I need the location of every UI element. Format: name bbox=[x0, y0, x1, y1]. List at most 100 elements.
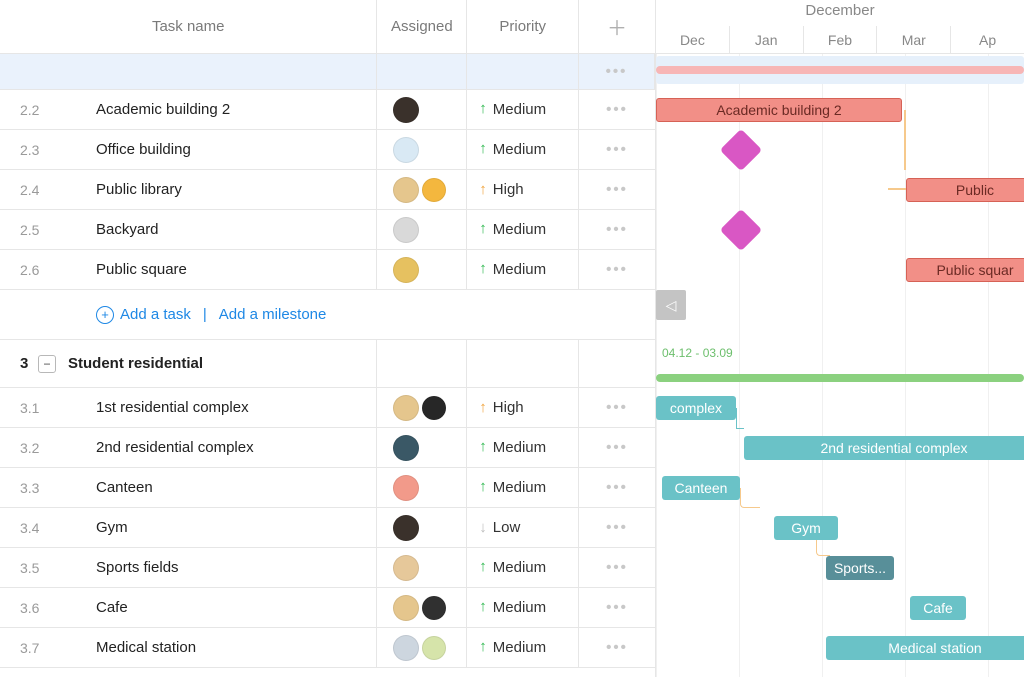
task-row[interactable]: 2.5Backyard ↑Medium ••• bbox=[0, 210, 655, 250]
timeline-body[interactable]: Academic building 2 Public Public squar bbox=[656, 54, 1024, 677]
priority-up-icon: ↑ bbox=[479, 399, 487, 416]
more-icon[interactable]: ••• bbox=[606, 261, 628, 278]
gantt-bar[interactable]: 2nd residential complex bbox=[744, 436, 1024, 460]
task-index: 2.3 bbox=[20, 142, 68, 158]
gantt-bar-label: Academic building 2 bbox=[716, 102, 841, 118]
month-cell[interactable]: Jan bbox=[729, 26, 803, 54]
task-row[interactable]: 3.5Sports fields ↑Medium ••• bbox=[0, 548, 655, 588]
group-title: Student residential bbox=[68, 355, 203, 372]
avatar[interactable] bbox=[422, 596, 446, 620]
month-cell[interactable]: Feb bbox=[803, 26, 877, 54]
more-icon[interactable]: ••• bbox=[606, 479, 628, 496]
avatar[interactable] bbox=[422, 396, 446, 420]
gantt-bar[interactable]: Academic building 2 bbox=[656, 98, 902, 122]
avatar[interactable] bbox=[393, 137, 419, 163]
task-row[interactable]: 3.7Medical station ↑Medium ••• bbox=[0, 628, 655, 668]
gantt-bar[interactable]: Canteen bbox=[662, 476, 740, 500]
avatar[interactable] bbox=[393, 177, 419, 203]
gantt-row[interactable]: Sports... bbox=[656, 548, 1024, 588]
gantt-bar[interactable]: Gym bbox=[774, 516, 838, 540]
gantt-bar[interactable]: complex bbox=[656, 396, 736, 420]
more-icon[interactable]: ••• bbox=[606, 439, 628, 456]
avatar[interactable] bbox=[393, 97, 419, 123]
more-icon[interactable]: ••• bbox=[606, 559, 628, 576]
task-row[interactable]: 2.2Academic building 2 ↑Medium ••• bbox=[0, 90, 655, 130]
gantt-row[interactable]: 2nd residential complex bbox=[656, 428, 1024, 468]
gantt-row[interactable]: Academic building 2 bbox=[656, 90, 1024, 130]
avatar[interactable] bbox=[393, 257, 419, 283]
gantt-row[interactable]: complex bbox=[656, 388, 1024, 428]
avatar[interactable] bbox=[393, 555, 419, 581]
gantt-row-spacer: ◁ bbox=[656, 290, 1024, 340]
task-row[interactable]: 3.6Cafe ↑Medium ••• bbox=[0, 588, 655, 628]
gantt-bar[interactable]: Sports... bbox=[826, 556, 894, 580]
milestone-diamond[interactable] bbox=[720, 129, 762, 171]
gantt-row[interactable]: Gym bbox=[656, 508, 1024, 548]
task-name: Canteen bbox=[96, 479, 153, 496]
scroll-left-button[interactable]: ◁ bbox=[656, 290, 686, 320]
gantt-row[interactable]: Medical station bbox=[656, 628, 1024, 668]
timeline-header: December Dec Jan Feb Mar Ap bbox=[656, 0, 1024, 54]
task-row[interactable]: 3.4Gym ↓Low ••• bbox=[0, 508, 655, 548]
collapse-icon[interactable]: − bbox=[38, 355, 56, 373]
milestone-diamond[interactable] bbox=[720, 209, 762, 251]
col-priority[interactable]: Priority bbox=[467, 0, 579, 53]
gantt-bar-label: Gym bbox=[791, 520, 821, 536]
more-icon[interactable]: ••• bbox=[606, 101, 628, 118]
gantt-row[interactable]: Canteen bbox=[656, 468, 1024, 508]
col-task-name[interactable]: Task name bbox=[0, 0, 377, 53]
avatar[interactable] bbox=[393, 395, 419, 421]
gantt-bar-label: Sports... bbox=[834, 560, 886, 576]
avatar[interactable] bbox=[393, 217, 419, 243]
avatar[interactable] bbox=[422, 636, 446, 660]
gantt-row[interactable]: Cafe bbox=[656, 588, 1024, 628]
col-assigned[interactable]: Assigned bbox=[377, 0, 467, 53]
gantt-bar[interactable]: Medical station bbox=[826, 636, 1024, 660]
month-cell[interactable]: Dec bbox=[656, 26, 729, 54]
add-column-button[interactable]: ＋ bbox=[579, 0, 655, 53]
priority-label: High bbox=[493, 399, 524, 416]
more-icon[interactable]: ••• bbox=[606, 221, 628, 238]
gantt-bar[interactable]: Cafe bbox=[910, 596, 966, 620]
avatar[interactable] bbox=[393, 635, 419, 661]
priority-label: Medium bbox=[493, 221, 546, 238]
separator: | bbox=[203, 306, 207, 323]
avatar[interactable] bbox=[422, 178, 446, 202]
more-icon[interactable]: ••• bbox=[606, 141, 628, 158]
avatar[interactable] bbox=[393, 595, 419, 621]
add-task-button[interactable]: + Add a task bbox=[96, 306, 191, 324]
task-row[interactable]: 2.3Office building ↑Medium ••• bbox=[0, 130, 655, 170]
avatar[interactable] bbox=[393, 475, 419, 501]
month-cell[interactable]: Ap bbox=[950, 26, 1024, 54]
task-name: Public library bbox=[96, 181, 182, 198]
more-icon[interactable]: ••• bbox=[606, 519, 628, 536]
gantt-row[interactable] bbox=[656, 130, 1024, 170]
gantt-row[interactable] bbox=[656, 210, 1024, 250]
avatar[interactable] bbox=[393, 435, 419, 461]
gantt-group-row[interactable]: 04.12 - 03.09 bbox=[656, 340, 1024, 388]
task-row[interactable]: 3.22nd residential complex ↑Medium ••• bbox=[0, 428, 655, 468]
gantt-group-bar[interactable] bbox=[656, 374, 1024, 382]
selected-row-placeholder[interactable]: ••• bbox=[0, 54, 655, 90]
month-cell[interactable]: Mar bbox=[876, 26, 950, 54]
gantt-row[interactable]: Public bbox=[656, 170, 1024, 210]
task-row[interactable]: 2.6Public square ↑Medium ••• bbox=[0, 250, 655, 290]
gantt-chart[interactable]: December Dec Jan Feb Mar Ap Ac bbox=[656, 0, 1024, 677]
gantt-bar[interactable]: Public squar bbox=[906, 258, 1024, 282]
priority-label: Medium bbox=[493, 559, 546, 576]
task-row[interactable]: 3.3Canteen ↑Medium ••• bbox=[0, 468, 655, 508]
gantt-row[interactable]: Public squar bbox=[656, 250, 1024, 290]
task-row[interactable]: 3.11st residential complex ↑High ••• bbox=[0, 388, 655, 428]
task-name: Academic building 2 bbox=[96, 101, 230, 118]
more-icon[interactable]: ••• bbox=[606, 599, 628, 616]
more-icon[interactable]: ••• bbox=[606, 639, 628, 656]
more-icon[interactable]: ••• bbox=[606, 181, 628, 198]
more-icon[interactable]: ••• bbox=[606, 399, 628, 416]
avatar[interactable] bbox=[393, 515, 419, 541]
task-row[interactable]: 2.4Public library ↑High ••• bbox=[0, 170, 655, 210]
gantt-bar[interactable]: Public bbox=[906, 178, 1024, 202]
add-milestone-button[interactable]: Add a milestone bbox=[219, 306, 327, 323]
group-header[interactable]: 3 − Student residential bbox=[0, 340, 655, 388]
more-icon[interactable]: ••• bbox=[606, 63, 628, 80]
task-index: 3.5 bbox=[20, 560, 68, 576]
